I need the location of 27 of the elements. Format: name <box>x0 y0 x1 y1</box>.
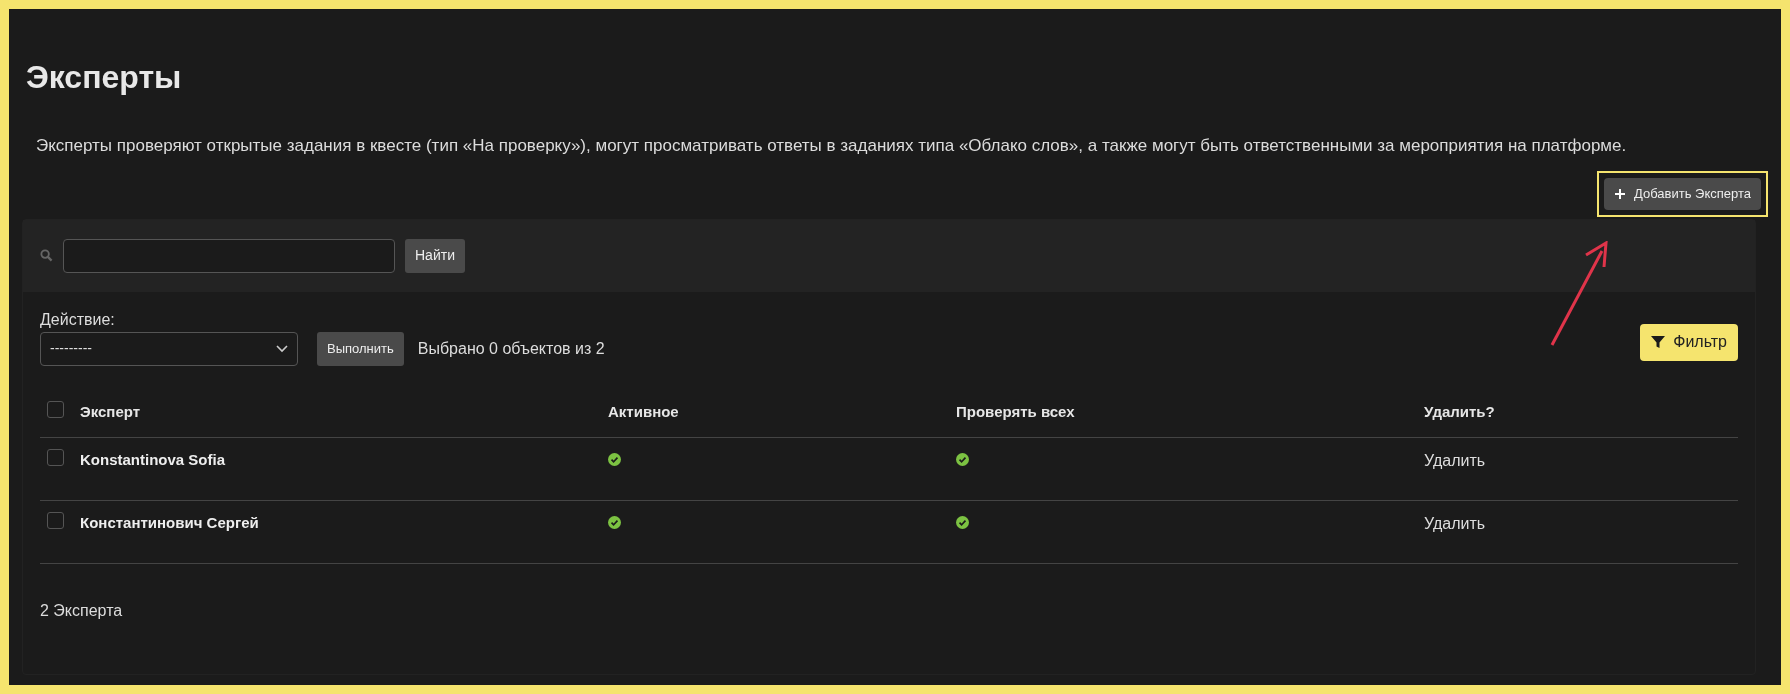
column-header: Эксперт <box>80 401 142 422</box>
checkbox[interactable] <box>47 448 64 466</box>
description-text: Эксперты проверяют открытые задания в квесте (тип «На проверку»), могут просматривать ответы в заданиях типа «Облако слов», а также могут быть ответственными за мероприятия на платформе. <box>36 135 1628 157</box>
plus-icon <box>1614 187 1626 200</box>
column-header: Удалить? <box>1424 401 1496 422</box>
checkbox[interactable] <box>47 511 64 529</box>
search-field[interactable] <box>63 238 395 273</box>
run-button[interactable]: Выполнить <box>317 331 404 366</box>
expert-name[interactable]: Константинович Сергей <box>80 511 608 534</box>
add-expert-button[interactable]: Добавить Эксперта <box>1604 177 1761 210</box>
result-count: 2 Эксперта <box>40 600 124 621</box>
delete-link[interactable]: Удалить <box>1424 448 1486 473</box>
selection-count: Выбрано 0 объектов из 2 <box>417 338 605 359</box>
action-label: Действие: <box>40 309 116 330</box>
funnel-icon <box>1651 335 1666 349</box>
column-header: Проверять всех <box>956 401 1076 422</box>
checkbox[interactable] <box>47 400 64 418</box>
page-title: Эксперты <box>26 58 183 97</box>
column-header: Активное <box>608 401 680 422</box>
action-select[interactable]: --------- <box>40 331 298 366</box>
filter-button[interactable]: Фильтр <box>1640 323 1738 361</box>
search-button[interactable]: Найти <box>405 238 465 273</box>
select-value: --------- <box>50 339 92 358</box>
expert-name[interactable]: Konstantinova Sofia <box>80 448 608 471</box>
chevron-down-icon <box>276 344 288 353</box>
delete-link[interactable]: Удалить <box>1424 511 1486 536</box>
search-icon <box>40 249 53 262</box>
